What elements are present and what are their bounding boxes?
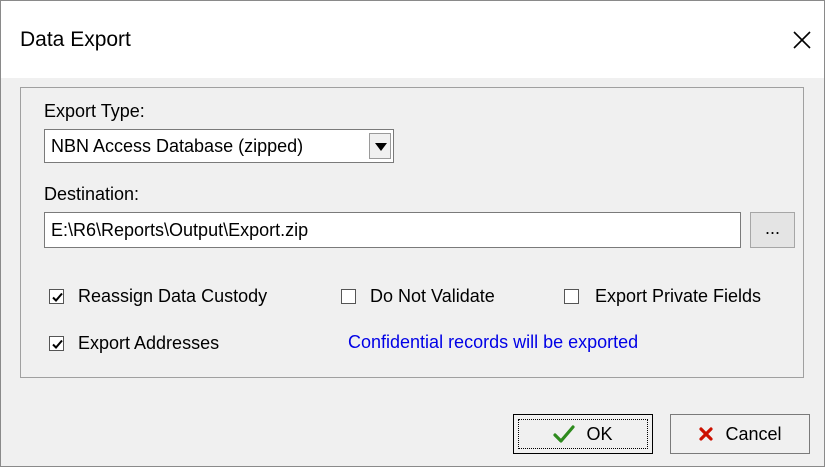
export-type-label: Export Type: [44,101,145,121]
export-addresses-checkbox[interactable] [49,336,64,351]
checkmark-icon [52,339,63,349]
ok-label: OK [586,423,613,444]
checkmark-icon [52,292,63,302]
export-private-fields-label: Export Private Fields [595,286,762,306]
chevron-down-icon [375,143,387,151]
data-export-dialog: Data Export Export Type: NBN Access Data… [0,0,825,467]
do-not-validate-checkbox[interactable] [341,289,356,304]
browse-button[interactable]: ... [750,212,795,248]
x-icon [699,427,714,441]
reassign-custody-checkbox[interactable] [49,289,64,304]
export-type-value: NBN Access Database (zipped) [51,136,304,156]
cancel-button[interactable]: Cancel [670,414,810,454]
export-private-fields-checkbox[interactable] [564,289,579,304]
dropdown-button[interactable] [369,133,391,159]
title-bar: Data Export [1,1,824,78]
destination-value: E:\R6\Reports\Output\Export.zip [51,220,309,240]
close-button[interactable] [787,25,817,55]
destination-label: Destination: [44,184,140,204]
cancel-label: Cancel [725,423,782,444]
destination-input[interactable]: E:\R6\Reports\Output\Export.zip [44,212,741,248]
dialog-title: Data Export [20,28,131,51]
reassign-custody-label: Reassign Data Custody [78,286,268,306]
export-type-select[interactable]: NBN Access Database (zipped) [44,129,394,163]
do-not-validate-label: Do Not Validate [370,286,495,306]
checkmark-icon [553,425,576,443]
ok-button[interactable]: OK [513,414,653,454]
confidential-notice: Confidential records will be exported [348,332,639,352]
export-addresses-label: Export Addresses [78,333,220,353]
close-icon [793,31,811,49]
